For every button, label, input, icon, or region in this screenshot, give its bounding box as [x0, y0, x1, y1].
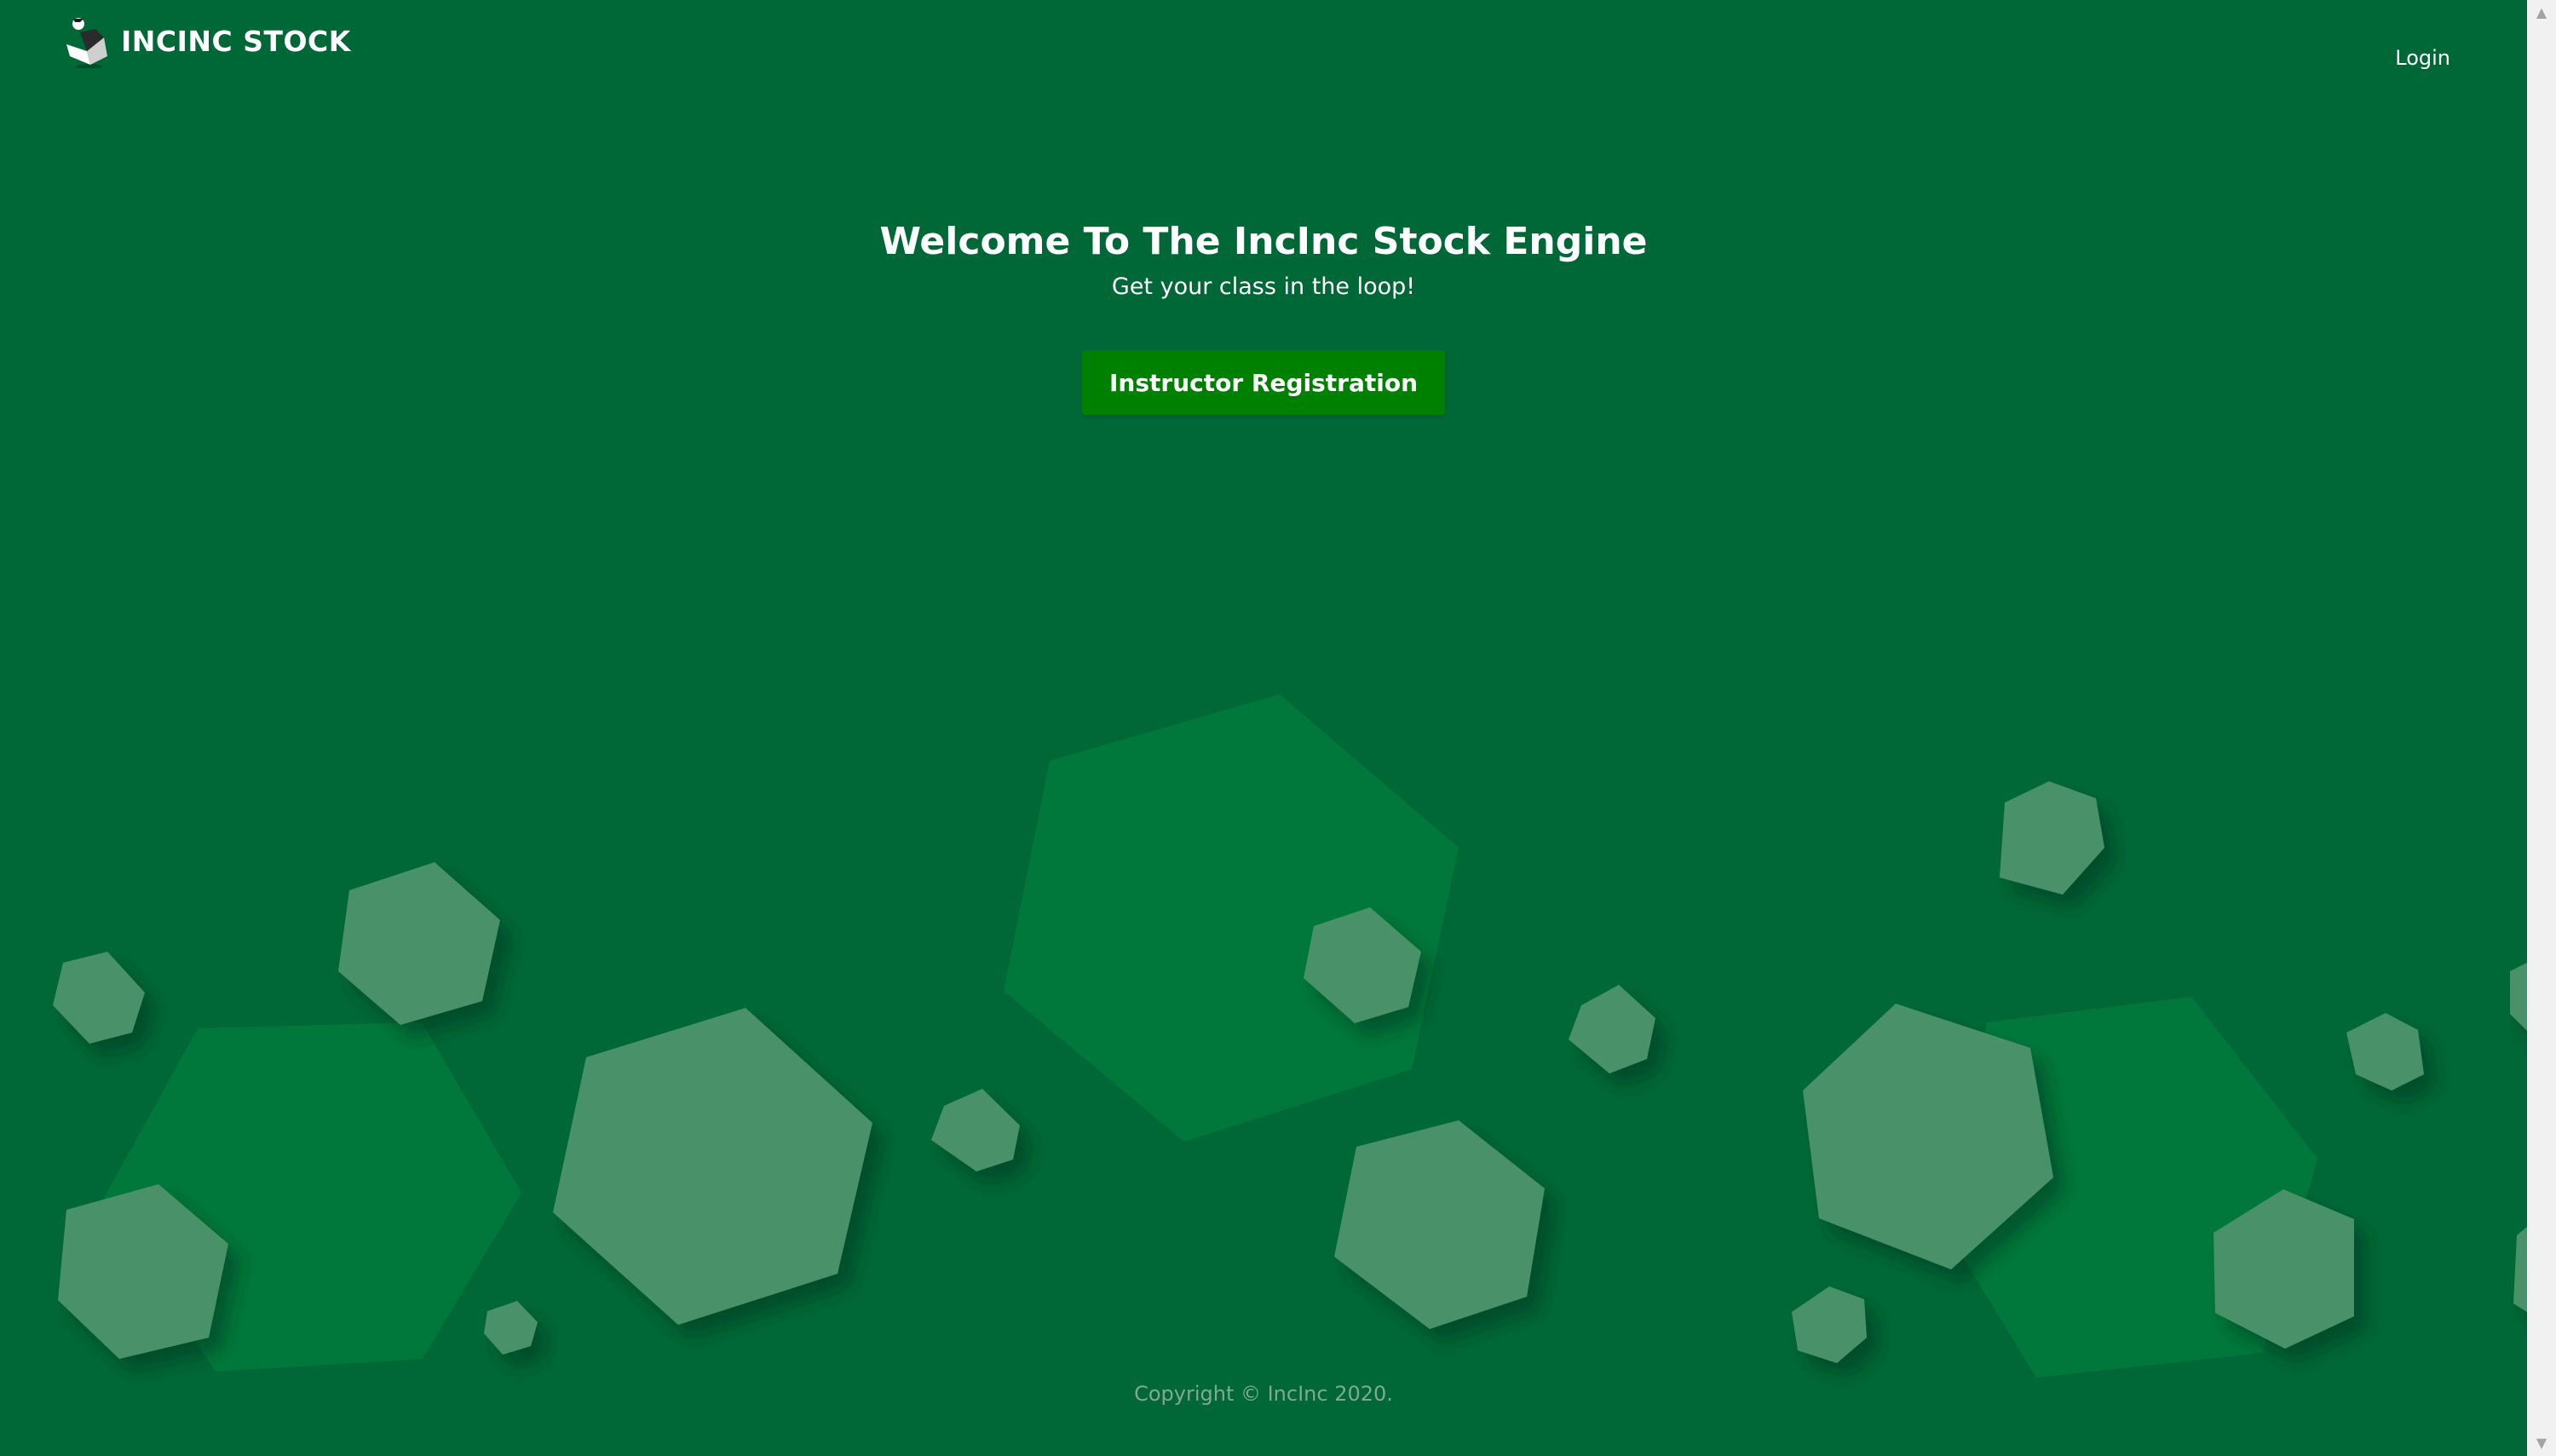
hexagon-shape [1334, 1120, 1545, 1329]
scroll-down-arrow-icon[interactable]: ▼ [2527, 1430, 2556, 1456]
login-link[interactable]: Login [2395, 46, 2450, 70]
brand-name: INCINC STOCK [121, 24, 351, 58]
hexagon-shape [2510, 963, 2527, 1031]
hexagon-shape [1569, 985, 1655, 1073]
top-navbar: INCINC STOCK Login [0, 0, 2527, 102]
hexagon-shape [2513, 1227, 2527, 1312]
hexagon-shape [338, 862, 500, 1025]
hero-title: Welcome To The IncInc Stock Engine [879, 220, 1648, 263]
brand[interactable]: INCINC STOCK [61, 14, 351, 68]
hexagon-shape [53, 952, 145, 1044]
hexagon-shape [2000, 781, 2104, 895]
hexagon-shape [2346, 1013, 2424, 1091]
hexagon-shape [553, 1008, 872, 1325]
hero-subtitle: Get your class in the loop! [1111, 273, 1416, 300]
hexagon-shape [1004, 694, 1459, 1142]
incinc-logo-icon [66, 18, 107, 68]
background-hexagons [53, 694, 2527, 1378]
footer-copyright: Copyright © IncInc 2020. [1134, 1382, 1393, 1406]
hexagon-shape [484, 1301, 538, 1355]
hexagon-shape [1792, 1286, 1867, 1363]
vertical-scrollbar[interactable]: ▲ ▼ [2527, 0, 2556, 1456]
hexagon-shape [931, 1089, 1020, 1171]
landing-page: INCINC STOCK Login Welcome To The IncInc… [0, 0, 2556, 1456]
instructor-registration-button[interactable]: Instructor Registration [1082, 350, 1445, 416]
hero-section: Welcome To The IncInc Stock Engine Get y… [0, 220, 2527, 416]
scroll-up-arrow-icon[interactable]: ▲ [2527, 0, 2556, 26]
